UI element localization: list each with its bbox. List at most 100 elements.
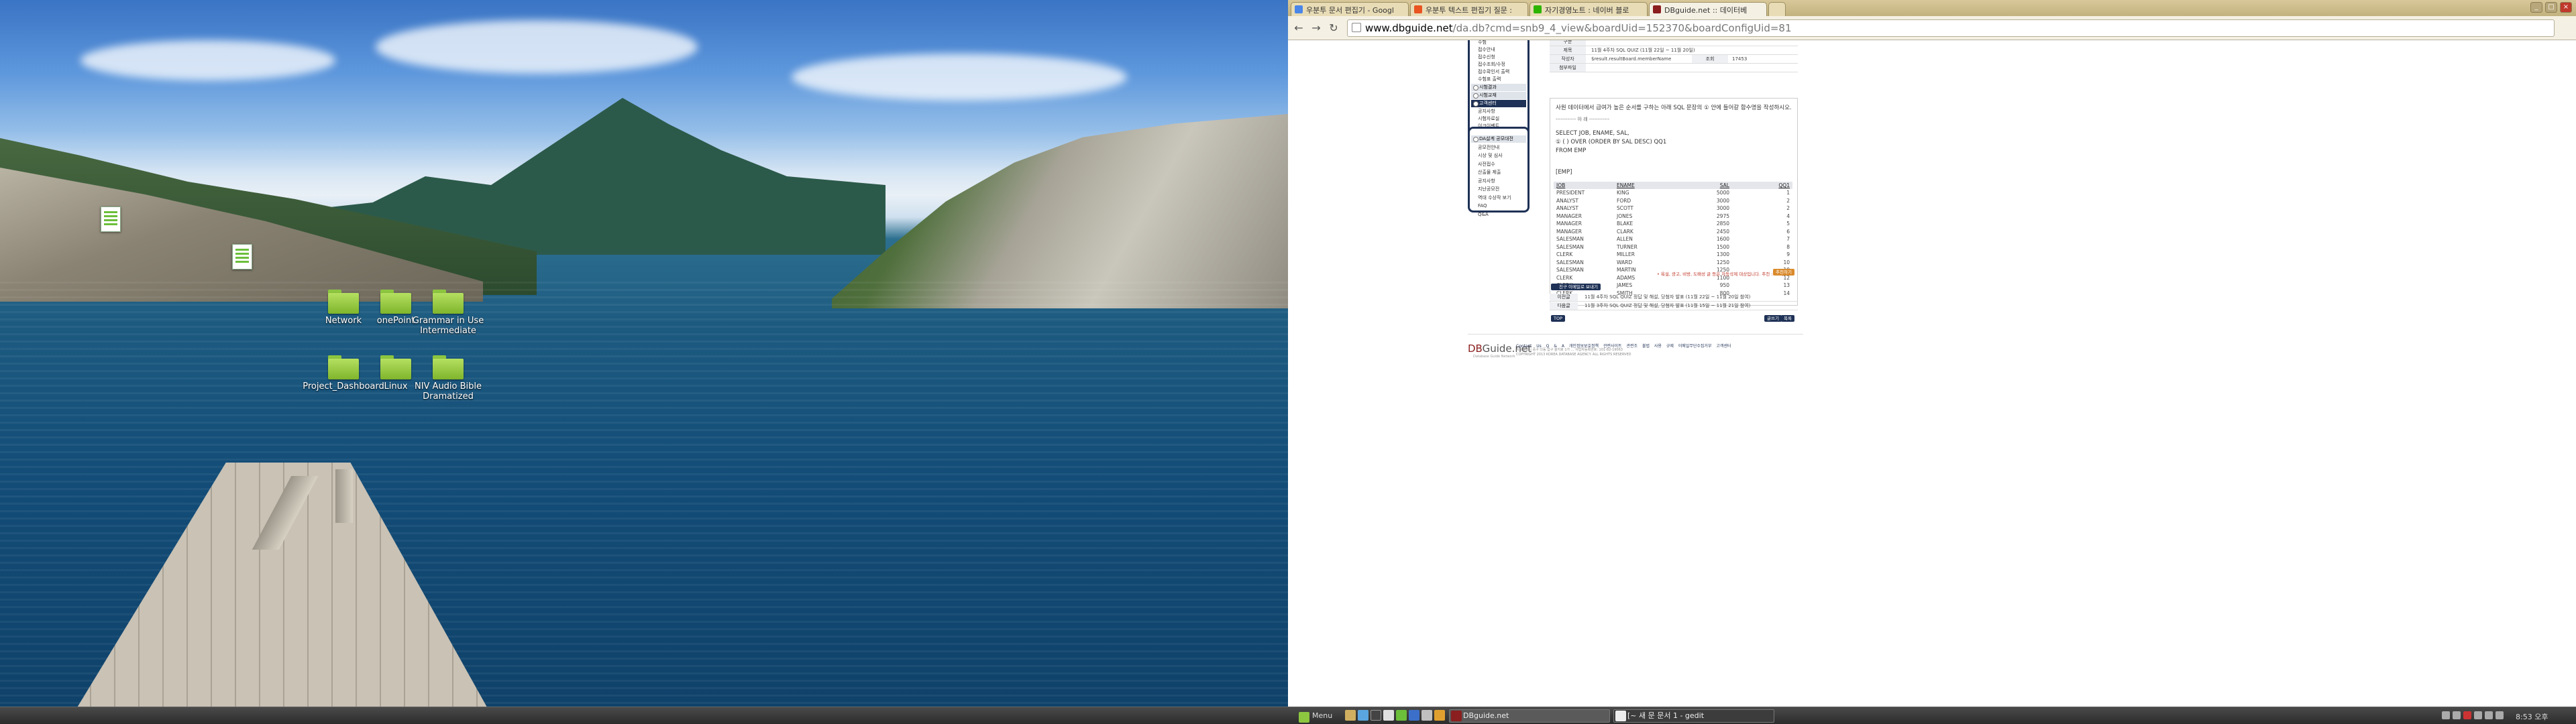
view-count: 17453: [1732, 56, 1748, 62]
back-arrow-icon[interactable]: ←: [1292, 21, 1305, 35]
minimize-icon[interactable]: _: [2530, 2, 2542, 13]
table-row: SALESMAN TURNER 1500 8: [1554, 243, 1792, 251]
write-button[interactable]: 글쓰기: [1764, 315, 1782, 322]
table-cell: SALESMAN: [1556, 259, 1584, 265]
table-cell: JONES: [1617, 213, 1633, 219]
terminal-icon[interactable]: [1371, 710, 1381, 721]
field-label: 첨부파일: [1550, 64, 1586, 72]
address-bar[interactable]: www.dbguide.net/da.db?cmd=snb9_4_view&bo…: [1347, 19, 2555, 37]
volume-icon[interactable]: [2474, 711, 2482, 719]
sidebar-item[interactable]: 지난공모전: [1471, 186, 1526, 193]
table-cell: SCOTT: [1617, 205, 1633, 212]
tab-label: 우분투 텍스트 편집기 질문 :: [1426, 6, 1513, 15]
table-cell: CLERK: [1556, 274, 1573, 281]
tab-google-docs[interactable]: 우분투 문서 편집기 - Googl: [1291, 2, 1409, 16]
sidebar-section[interactable]: 시험교재: [1471, 92, 1526, 99]
top-button[interactable]: TOP: [1551, 315, 1566, 322]
table-cell: MANAGER: [1556, 213, 1582, 219]
recommend-button[interactable]: 추천하기: [1773, 269, 1794, 276]
sidebar-item[interactable]: 공지사항: [1471, 178, 1526, 185]
table-cell: 5000: [1716, 190, 1729, 196]
maximize-icon[interactable]: □: [2545, 2, 2557, 13]
footer-address: 서울특별시 중구 다동 입구 을지로 1가 ... 사업자등록번호: 101-8…: [1516, 348, 1631, 357]
prev-post-link[interactable]: 11월 4주차 SQL QUIZ 정답 및 해설, 당첨자 발표 (11월 22…: [1585, 294, 1750, 301]
next-post-link[interactable]: 11월 3주차 SQL QUIZ 정답 및 해설, 당첨자 발표 (11월 15…: [1585, 302, 1750, 310]
table-row: MANAGER JONES 2975 4: [1554, 213, 1792, 221]
table-cell: 2: [1786, 197, 1790, 204]
page-info-icon[interactable]: [1352, 23, 1361, 32]
logo-subtitle: Database Guide Network: [1473, 355, 1515, 359]
folder-icon: [433, 290, 464, 314]
taskbar-window-browser[interactable]: DBguide.net: [1449, 709, 1610, 723]
table-row: MANAGER CLARK 2450 6: [1554, 228, 1792, 236]
shield-icon[interactable]: [2463, 711, 2471, 719]
tab-label: 우분투 문서 편집기 - Googl: [1306, 6, 1394, 15]
network-icon[interactable]: [2442, 711, 2450, 719]
sidebar-item[interactable]: 접수신청: [1471, 54, 1526, 61]
settings-icon[interactable]: [1421, 710, 1432, 721]
start-menu-button[interactable]: Menu: [1299, 709, 1332, 723]
desktop-icon-niv-audio-bible[interactable]: NIV Audio Bible Dramatized: [401, 355, 495, 402]
table-cell: 7: [1786, 236, 1790, 243]
new-tab-button[interactable]: [1768, 2, 1786, 16]
clock[interactable]: 8:53 오후: [2516, 711, 2548, 722]
post-author: $result.resultBoard.memberName: [1591, 56, 1672, 62]
next-post-row[interactable]: 다음글 11월 3주차 SQL QUIZ 정답 및 해설, 당첨자 발표 (11…: [1550, 302, 1798, 310]
table-cell: 8: [1786, 243, 1790, 250]
sidebar-item[interactable]: 수험표 출력: [1471, 76, 1526, 83]
desktop-icon-grammar[interactable]: Grammar in Use Intermediate: [401, 290, 495, 336]
table-cell: FORD: [1617, 197, 1631, 204]
sidebar-item[interactable]: 시험자료실: [1471, 115, 1526, 123]
desktop[interactable]: Network onePoint Grammar in Use Intermed…: [0, 0, 1288, 724]
sidebar-item[interactable]: 접수안내: [1471, 46, 1526, 54]
sidebar-item[interactable]: 사전접수: [1471, 161, 1526, 168]
taskbar-window-gedit[interactable]: [~ 새 문 문서 1 - gedit: [1613, 709, 1774, 723]
column-header: SAL: [1683, 182, 1732, 189]
table-row: ANALYST SCOTT 3000 2: [1554, 204, 1792, 213]
field-label: 조회: [1692, 55, 1728, 63]
folder-icon[interactable]: [1434, 710, 1445, 721]
table-cell: 2: [1786, 205, 1790, 212]
sidebar-item[interactable]: 공모전안내: [1471, 144, 1526, 152]
browser-toolbar: ← → ↻ www.dbguide.net/da.db?cmd=snb9_4_v…: [1288, 16, 2576, 40]
post-title-row: 제목 11월 4주차 SQL QUIZ (11월 22일 ~ 11월 20일): [1550, 46, 1798, 55]
reload-icon[interactable]: ↻: [1327, 21, 1340, 35]
browser-launcher-icon[interactable]: [1358, 710, 1368, 721]
sidebar-section[interactable]: 시험결과: [1471, 84, 1526, 91]
forward-arrow-icon[interactable]: →: [1309, 21, 1323, 35]
battery-icon[interactable]: [2496, 711, 2504, 719]
spreadsheet-icon[interactable]: [1396, 710, 1407, 721]
writer-icon[interactable]: [1409, 710, 1419, 721]
sidebar-section-title[interactable]: DA설계 공모대전: [1471, 135, 1526, 143]
sidebar-item[interactable]: 산출물 제출: [1471, 169, 1526, 176]
file-manager-icon[interactable]: [1345, 710, 1356, 721]
sidebar-item[interactable]: 수험: [1471, 40, 1526, 46]
table-cell: 1500: [1716, 243, 1729, 250]
spreadsheet-file-icon[interactable]: [232, 244, 252, 269]
text-editor-icon[interactable]: [1383, 710, 1394, 721]
sidebar-item[interactable]: 접수조회/수정: [1471, 61, 1526, 68]
sidebar-item[interactable]: FAQ: [1471, 202, 1526, 210]
sidebar-item[interactable]: 역대 수상작 보기: [1471, 194, 1526, 202]
send-friend-email-button[interactable]: 친구 이메일로 보내기: [1551, 284, 1601, 290]
sidebar-item[interactable]: 공지사항: [1471, 108, 1526, 115]
wifi-icon[interactable]: [2485, 711, 2493, 719]
prev-post-row[interactable]: 이전글 11월 4주차 SQL QUIZ 정답 및 해설, 당첨자 발표 (11…: [1550, 294, 1798, 302]
tab-dbguide[interactable]: DBguide.net :: 데이터베: [1649, 2, 1767, 16]
table-cell: ANALYST: [1556, 205, 1578, 212]
tab-ubuntu-question[interactable]: 우분투 텍스트 편집기 질문 :: [1410, 2, 1528, 16]
update-icon[interactable]: [2453, 711, 2461, 719]
table-cell: CLERK: [1556, 251, 1573, 258]
spreadsheet-file-icon[interactable]: [101, 206, 121, 232]
table-cell: 1600: [1716, 236, 1729, 243]
list-button[interactable]: 목록: [1781, 315, 1794, 322]
table-cell: 3000: [1716, 197, 1729, 204]
sidebar-item[interactable]: 시상 및 심사: [1471, 152, 1526, 160]
tab-naver-blog[interactable]: 자기경영노트 : 네이버 블로: [1529, 2, 1648, 16]
sidebar-section[interactable]: 고객센터: [1471, 100, 1526, 107]
sidebar-item[interactable]: Q&A: [1471, 211, 1526, 219]
sidebar-item[interactable]: 접수확인서 출력: [1471, 68, 1526, 76]
close-icon[interactable]: ×: [2560, 2, 2572, 13]
field-label: 제목: [1550, 46, 1586, 54]
table-row: SALESMAN WARD 1250 10: [1554, 259, 1792, 267]
